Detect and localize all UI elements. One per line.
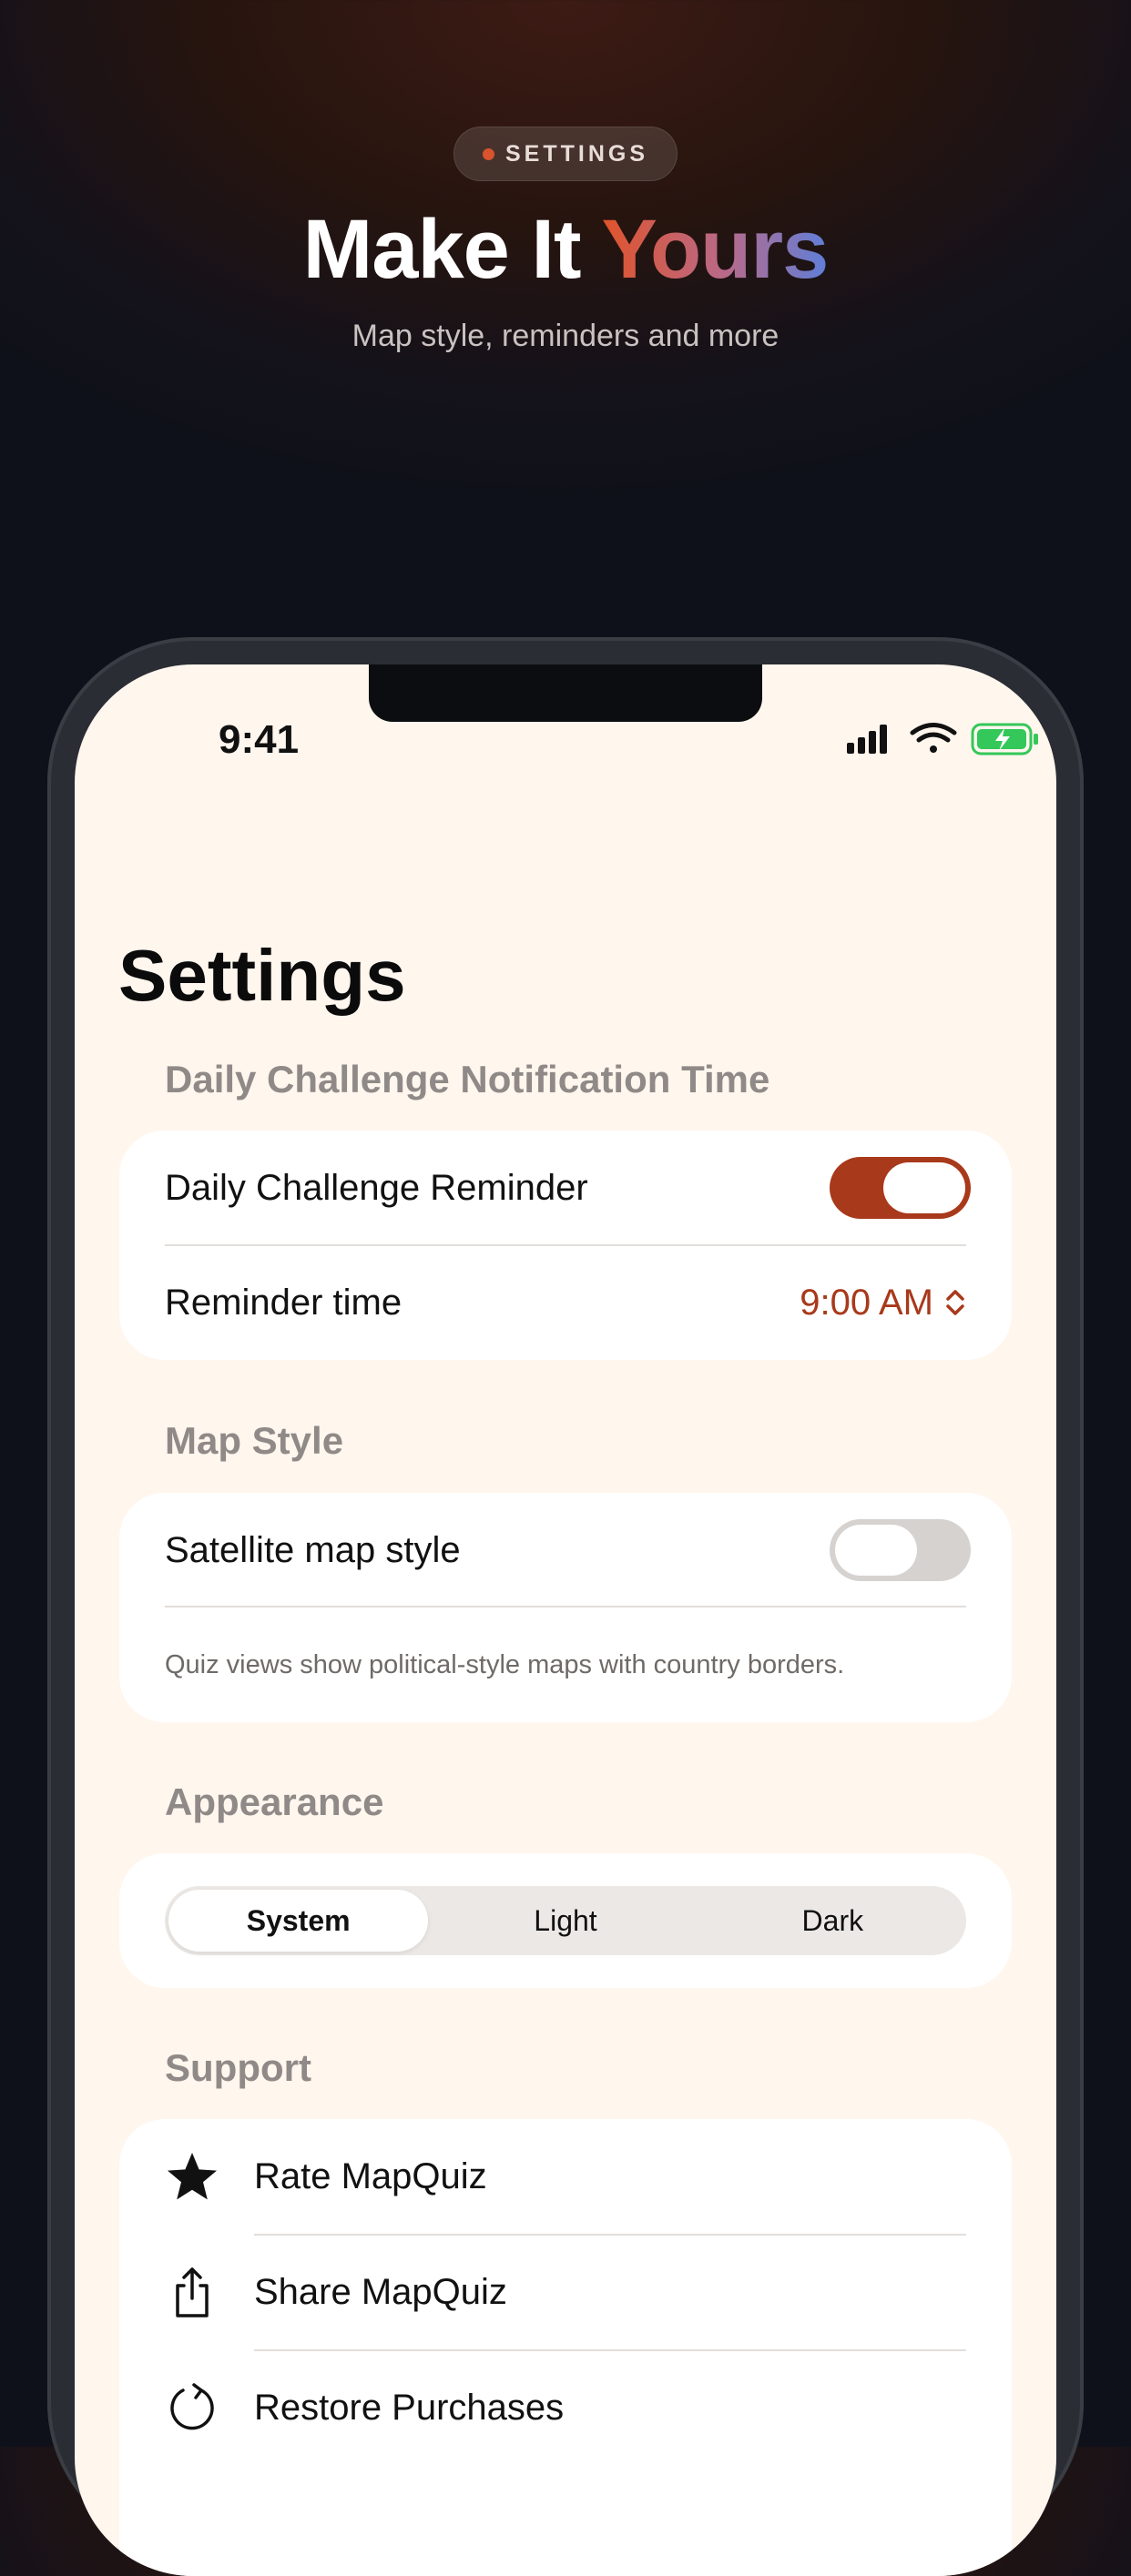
section-header-support: Support — [165, 2046, 311, 2089]
toggle-knob — [883, 1162, 965, 1213]
hero-banner: SETTINGS Make It Yours Map style, remind… — [0, 0, 1131, 637]
appearance-card: System Light Dark — [119, 1853, 1012, 1988]
status-time: 9:41 — [219, 717, 300, 762]
section-header-map-style: Map Style — [165, 1419, 344, 1462]
daily-reminder-row: Daily Challenge Reminder — [119, 1131, 1012, 1245]
badge-label: SETTINGS — [504, 140, 648, 167]
wifi-icon — [910, 723, 957, 753]
status-icons — [847, 723, 1038, 756]
map-style-card: Satellite map style Quiz views show poli… — [119, 1493, 1012, 1722]
satellite-label: Satellite map style — [165, 1529, 461, 1570]
satellite-toggle[interactable] — [830, 1519, 971, 1581]
row-divider — [165, 1606, 966, 1607]
hero-title: Make It Yours — [0, 202, 1131, 298]
restore-purchases-label: Restore Purchases — [254, 2388, 565, 2428]
satellite-row: Satellite map style — [119, 1493, 1012, 1607]
notch — [369, 664, 762, 722]
section-header-appearance: Appearance — [165, 1780, 384, 1823]
share-icon — [165, 2266, 219, 2320]
badge-dot — [482, 147, 494, 160]
rate-app-label: Rate MapQuiz — [254, 2156, 487, 2196]
settings-badge: SETTINGS — [453, 127, 678, 181]
star-icon — [165, 2150, 219, 2205]
appearance-segmented-control: System Light Dark — [165, 1886, 966, 1955]
page-title: Settings — [118, 935, 406, 1016]
toggle-knob — [835, 1525, 917, 1576]
cellular-signal-icon — [847, 725, 887, 754]
appearance-option-light[interactable]: Light — [435, 1890, 695, 1952]
notifications-card: Daily Challenge Reminder Reminder time 9… — [119, 1131, 1012, 1360]
daily-reminder-toggle[interactable] — [830, 1157, 971, 1219]
map-style-footnote: Quiz views show political-style maps wit… — [165, 1650, 845, 1679]
hero-subtitle: Map style, reminders and more — [352, 319, 779, 353]
appearance-option-dark[interactable]: Dark — [703, 1890, 963, 1952]
share-app-row[interactable]: Share MapQuiz — [119, 2235, 1012, 2350]
rate-app-row[interactable]: Rate MapQuiz — [119, 2119, 1012, 2235]
restore-icon — [165, 2381, 219, 2436]
share-app-label: Share MapQuiz — [254, 2272, 507, 2312]
phone-screen: 9:41 Settings Daily Challenge Notificati… — [75, 664, 1056, 2576]
restore-purchases-row[interactable]: Restore Purchases — [119, 2350, 1012, 2466]
chevron-up-down-icon — [946, 1290, 964, 1315]
appearance-option-system[interactable]: System — [168, 1890, 429, 1952]
hero-title-plain: Make It — [302, 203, 602, 296]
hero-title-accent: Yours — [601, 203, 829, 296]
reminder-time-label: Reminder time — [165, 1282, 402, 1323]
support-card: Rate MapQuiz Share MapQuiz Restore Purch… — [119, 2119, 1012, 2576]
reminder-time-value: 9:00 AM — [800, 1282, 933, 1323]
reminder-time-picker[interactable]: 9:00 AM — [800, 1283, 966, 1323]
battery-charging-icon — [971, 723, 1038, 756]
daily-reminder-label: Daily Challenge Reminder — [165, 1167, 588, 1208]
section-header-notifications: Daily Challenge Notification Time — [165, 1058, 770, 1100]
reminder-time-row: Reminder time 9:00 AM — [119, 1245, 1012, 1360]
